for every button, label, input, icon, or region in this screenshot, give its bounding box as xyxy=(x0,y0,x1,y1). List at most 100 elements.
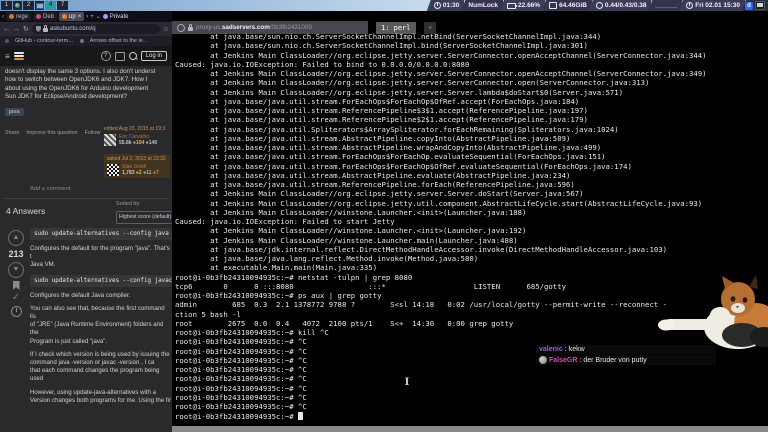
favicon-askubuntu xyxy=(62,14,68,19)
workspace-button-7[interactable]: 7 xyxy=(57,1,68,10)
answer-line: Program is just called "java". xyxy=(30,337,108,345)
vote-count: 213 xyxy=(8,249,24,259)
terminal-line: at Jenkins Main ClassLoader//org.eclipse… xyxy=(175,78,650,88)
workspace-button-browser[interactable] xyxy=(13,1,22,10)
answer-line: of "JRE" (Java Runtime Environment) fold… xyxy=(30,321,164,337)
answer-line: Configures the default Java compiler. xyxy=(30,291,131,299)
inbox-icon[interactable] xyxy=(114,51,125,61)
share-link[interactable]: Share xyxy=(5,130,19,136)
timer-icon xyxy=(433,2,441,9)
browser-tab-regex[interactable]: rege xyxy=(6,12,32,21)
answer-line: Version changes both programs for me. Us… xyxy=(30,396,171,404)
monitor-icon xyxy=(35,2,44,9)
tag-java[interactable]: java xyxy=(5,108,24,116)
question-line: how to switch between OpenJDK6 and JDK7.… xyxy=(5,76,148,84)
answer-line: command java -version or javac -version … xyxy=(30,359,155,367)
downvote-button[interactable]: ▼ xyxy=(8,262,24,278)
chat-text: der Bruder von putty xyxy=(583,356,647,364)
browser-tab-debian[interactable]: Deb xyxy=(33,12,58,21)
answer-paragraph: You can also see that, because the first… xyxy=(30,305,172,346)
reload-button[interactable]: ↻ xyxy=(23,25,29,33)
tray-app-icon[interactable]: d xyxy=(745,1,753,10)
back-button[interactable]: ← xyxy=(3,26,10,33)
forward-button[interactable]: → xyxy=(13,26,20,33)
web-terminal-window: proxy-us.sadservers.com/0b3fb2431009 1: … xyxy=(172,11,768,432)
follow-link[interactable]: Follow xyxy=(85,130,101,136)
help-icon[interactable]: ? xyxy=(100,51,111,61)
history-icon[interactable] xyxy=(10,306,22,317)
cat-webcam-image xyxy=(658,275,768,349)
terminal-line: at java.base/java.lang.reflect.Method.in… xyxy=(175,254,479,263)
status-battery: 22.66% xyxy=(500,0,546,11)
login-button[interactable]: Log in xyxy=(140,51,167,61)
answer-line: Java VM. xyxy=(30,261,56,269)
site-info-icon[interactable] xyxy=(177,23,185,32)
lock-icon xyxy=(42,25,48,32)
terminal-cursor xyxy=(298,411,303,420)
terminal-line: at Jenkins Main ClassLoader//winstone.La… xyxy=(175,207,527,217)
terminal-line: at executable.Main.main(Main.java:335) xyxy=(175,263,378,273)
terminal-line: Caused: java.io.IOException: Failed to b… xyxy=(175,59,470,69)
address-bar[interactable]: askubuntu.com/q xyxy=(31,24,160,34)
chat-username[interactable]: valenic xyxy=(539,346,563,353)
answer-paragraph: Configures the default for the program "… xyxy=(30,245,172,270)
browser-tab-active[interactable]: up × xyxy=(59,12,85,21)
tab-dropdown-icon[interactable]: ⌄ xyxy=(96,13,101,20)
bookmark-star-icon[interactable]: ☆ xyxy=(163,25,169,33)
browser-tab-bar: ‹ rege Deb up × › + ⌄ Private xyxy=(0,11,172,22)
tray-display-icon[interactable] xyxy=(755,1,765,10)
search-icon[interactable] xyxy=(128,52,137,60)
terminal-line: at Jenkins Main ClassLoader//org.eclipse… xyxy=(175,87,624,97)
askubuntu-logo[interactable] xyxy=(13,52,24,60)
browser-toolbar: ← → ↻ askubuntu.com/q ☆ xyxy=(0,22,172,36)
question-actions: Share Improve this question Follow xyxy=(5,130,115,136)
terminal-line: at java.base/sun.nio.ch.ServerSocketChan… xyxy=(175,32,602,41)
bookmark-favicon xyxy=(79,39,84,43)
answer-line: If I check which version is being used b… xyxy=(30,350,170,358)
tab-scroll-left-icon[interactable]: ‹ xyxy=(2,14,4,20)
bookmark-item-github[interactable]: GitHub - contour-term… xyxy=(15,38,74,44)
favicon-debian xyxy=(36,14,42,19)
tab-close-icon[interactable]: × xyxy=(78,14,82,20)
statusbar: 01:30 NumLock 22.66% 64.46GiB 0.44/0.43/… xyxy=(426,0,768,11)
workspace-button-screen[interactable] xyxy=(35,1,44,10)
status-numlock: NumLock xyxy=(461,0,504,11)
terminal-prompt-row[interactable]: root@i-0b3fb24310094935c:~# xyxy=(175,411,767,421)
answer-line: You can also see that, because the first… xyxy=(30,304,165,321)
answer-line: However, using update-java-alternatives … xyxy=(30,388,157,396)
disk-icon xyxy=(549,2,558,9)
status-disk: 64.46GiB xyxy=(542,0,592,11)
sort-select[interactable]: Highest score (default) xyxy=(116,211,172,224)
avatar[interactable] xyxy=(107,164,119,176)
private-mask-icon xyxy=(102,14,108,19)
edited-card: edited Aug 23, 2015 at 19:3 Eric Carvalh… xyxy=(104,126,170,146)
code-block: sudo update-alternatives --config javac xyxy=(30,274,172,287)
workspace-button-1[interactable]: 1 xyxy=(1,1,12,10)
bookmark-item-arrows[interactable]: Arrows offset to the le… xyxy=(90,38,149,44)
answer-paragraph: Configures the default Java compiler. xyxy=(30,292,172,300)
bookmark-icon[interactable] xyxy=(12,281,20,290)
workspace-switcher: 1 2 4 7 xyxy=(1,1,68,10)
hamburger-icon[interactable]: ≡ xyxy=(5,52,10,61)
workspace-button-2[interactable]: 2 xyxy=(23,1,34,10)
terminal-line: at java.base/java.util.stream.ForEachOps… xyxy=(175,152,606,162)
avatar[interactable] xyxy=(104,134,116,146)
load-icon xyxy=(595,2,603,9)
chat-username[interactable]: FalseGR xyxy=(549,357,577,364)
terminal-line: root@i-0b3fb24310094935c:~# ^C xyxy=(175,402,307,411)
answer-line: Configures the default for the program "… xyxy=(30,245,170,261)
edited-meta[interactable]: edited Aug 23, 2015 at 19:3 xyxy=(104,126,170,132)
improve-link[interactable]: Improve this question xyxy=(26,130,77,136)
question-line: about using the OpenJDK6 for Arduino dev… xyxy=(5,84,149,92)
workspace-button-4-active[interactable]: 4 xyxy=(45,1,56,10)
sorted-by-label: Sorted by: xyxy=(116,201,141,207)
terminal-line: at java.base/java.util.stream.ReferenceP… xyxy=(175,106,588,115)
terminal-line: at java.base/sun.nio.ch.ServerSocketChan… xyxy=(175,41,588,51)
new-tab-button[interactable]: + xyxy=(90,14,94,20)
add-comment-link[interactable]: Add a comment xyxy=(30,186,71,192)
stream-chat-overlay: valenic: kekw FalseGR: der Bruder von pu… xyxy=(536,345,716,366)
upvote-button[interactable]: ▲ xyxy=(8,230,24,246)
tab-scroll-right-icon[interactable]: › xyxy=(86,14,88,20)
shield-icon[interactable] xyxy=(35,26,41,32)
status-timer: 01:30 xyxy=(426,0,465,11)
